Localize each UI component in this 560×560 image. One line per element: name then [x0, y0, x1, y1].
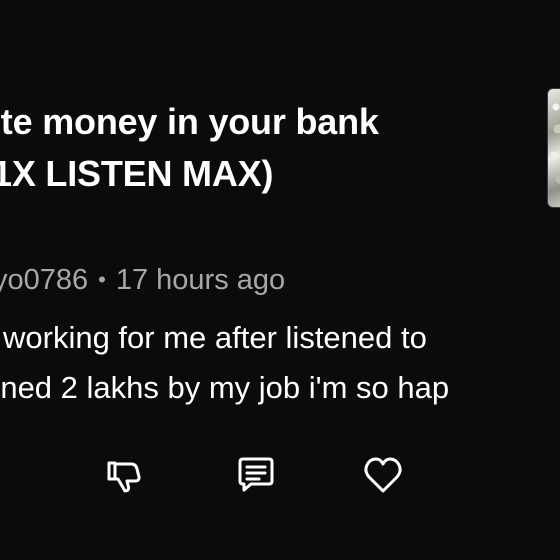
reply-comment-icon: [235, 454, 277, 496]
dislike-button[interactable]: [100, 452, 146, 498]
comment-timestamp: 17 hours ago: [115, 264, 286, 296]
status-bar-fragment: [0, 0, 560, 4]
comment-text-line-1: working for me after listened to: [3, 320, 427, 355]
video-title[interactable]: ite money in your bank 1X LISTEN MAX): [0, 96, 520, 200]
reply-button[interactable]: [233, 452, 279, 498]
comment-text: working for me after listened to rned 2 …: [0, 313, 560, 413]
video-thumbnail[interactable]: [547, 88, 560, 208]
like-button[interactable]: [360, 452, 406, 498]
comment-text-line-2: rned 2 lakhs by my job i'm so hap: [0, 370, 450, 405]
video-title-line-1: ite money in your bank: [0, 101, 379, 142]
thumbs-down-icon: [103, 455, 143, 495]
comment-author[interactable]: yo0786: [0, 264, 88, 296]
video-title-line-2: 1X LISTEN MAX): [0, 153, 274, 194]
heart-icon: [361, 453, 405, 497]
comment-actions: [0, 452, 560, 498]
comment-meta: yo0786 • 17 hours ago: [0, 262, 285, 298]
meta-separator: •: [98, 267, 106, 292]
